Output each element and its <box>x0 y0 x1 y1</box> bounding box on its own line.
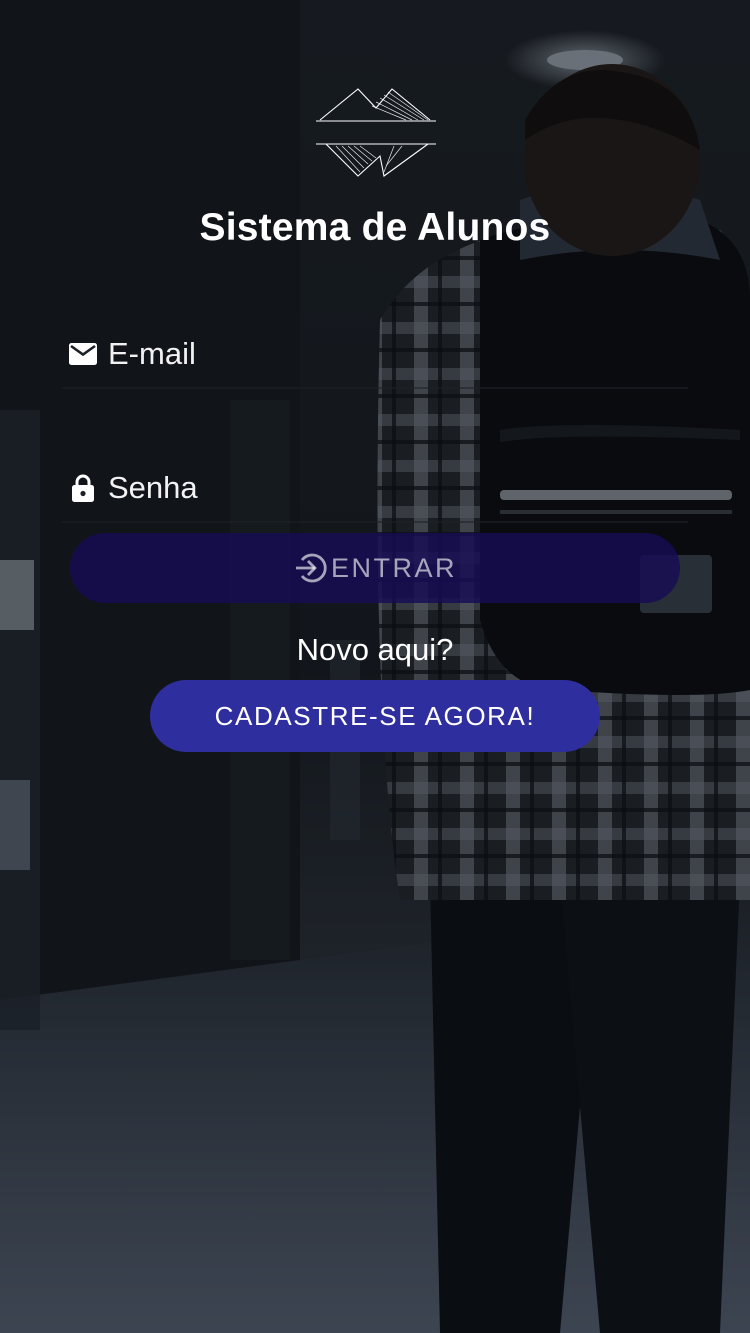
signup-button-label: CADASTRE-SE AGORA! <box>214 700 536 731</box>
mail-icon <box>66 337 100 371</box>
password-field[interactable] <box>62 455 688 523</box>
signup-prompt: Novo aqui? <box>296 632 454 667</box>
email-field[interactable] <box>62 321 688 389</box>
login-arrow-icon <box>293 551 327 585</box>
enter-button-label: ENTRAR <box>330 552 457 583</box>
email-input[interactable] <box>108 329 688 379</box>
login-screen: Sistema de Alunos E-mail ENTRAR Novo aqu… <box>0 0 750 1333</box>
app-logo <box>316 88 436 177</box>
password-input[interactable] <box>108 463 688 513</box>
lock-icon <box>66 471 100 505</box>
enter-button[interactable]: ENTRAR <box>70 533 680 603</box>
signup-button[interactable]: CADASTRE-SE AGORA! <box>150 680 600 752</box>
app-title: Sistema de Alunos <box>199 206 551 249</box>
